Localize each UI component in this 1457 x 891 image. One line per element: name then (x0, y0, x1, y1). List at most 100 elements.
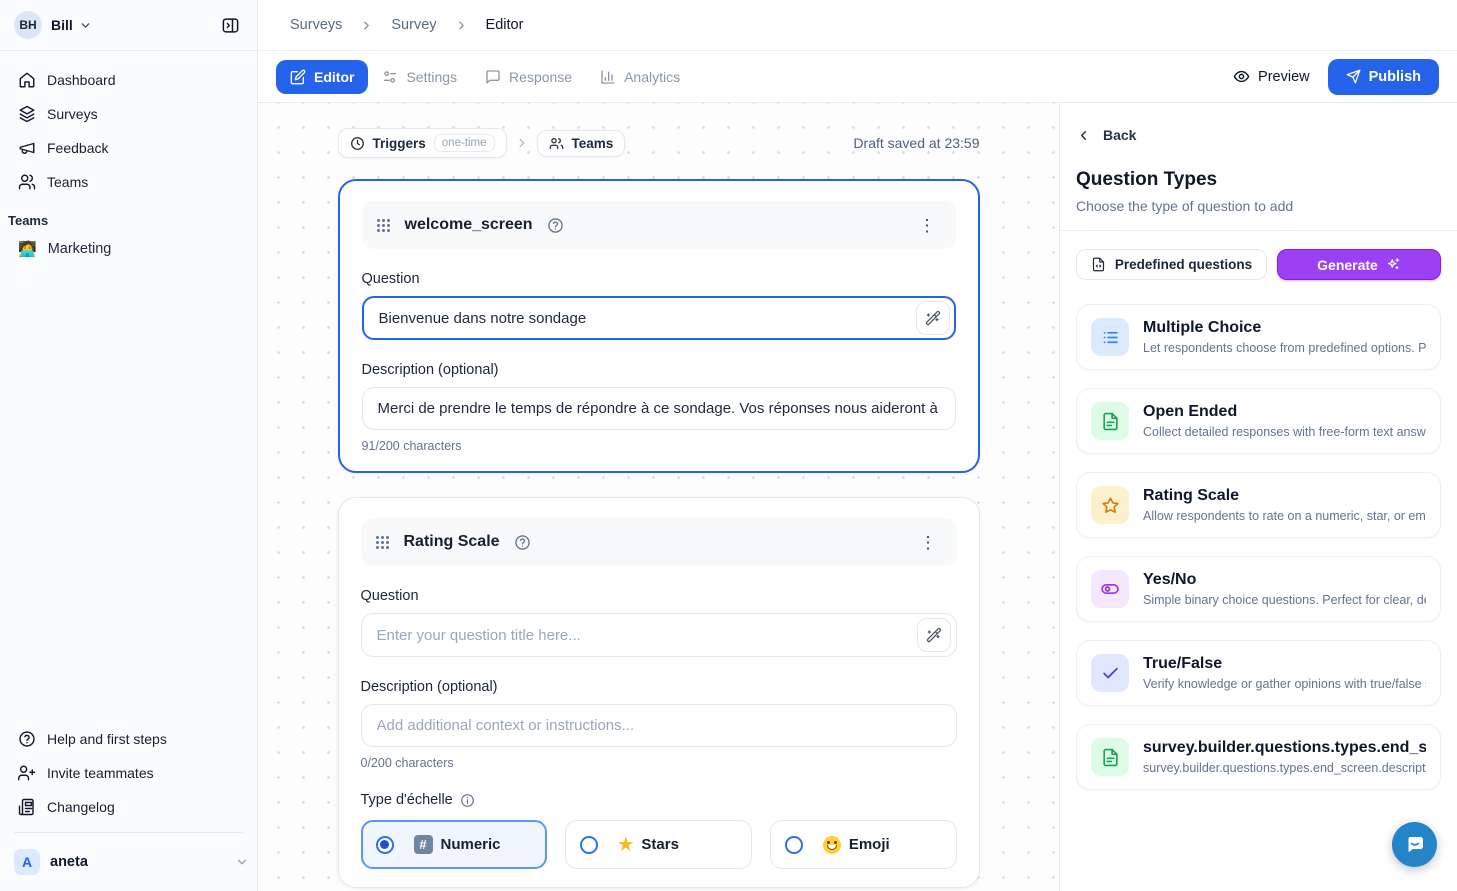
content-row: Triggers one-time Teams Draft sav (258, 103, 1457, 891)
editor-toolbar: Editor Settings Response Analytics (258, 51, 1457, 103)
sidebar-collapse-button[interactable] (215, 10, 245, 40)
question-field-label: Question (362, 271, 956, 287)
toolbar-actions: Preview Publish (1233, 59, 1439, 95)
team-label: Marketing (48, 241, 112, 257)
chevron-down-icon[interactable] (79, 19, 92, 32)
account-avatar: A (14, 849, 40, 875)
sidebar-nav: Dashboard Surveys Feedback Teams (0, 51, 257, 199)
type-description: Verify knowledge or gather opinions with… (1143, 677, 1426, 691)
radio-unchecked-icon (785, 836, 803, 854)
sidebar-item-surveys[interactable]: Surveys (10, 97, 247, 131)
triggers-node[interactable]: Triggers one-time (338, 128, 507, 158)
toggle-icon (1091, 570, 1129, 608)
tab-editor[interactable]: Editor (276, 60, 368, 94)
type-card-yes-no[interactable]: Yes/No Simple binary choice questions. P… (1076, 556, 1441, 622)
radio-unchecked-icon (580, 836, 598, 854)
panel-collapse-icon (221, 16, 240, 35)
chevron-down-icon (235, 855, 249, 869)
generate-button[interactable]: Generate (1277, 249, 1441, 280)
question-card-title: Rating Scale (404, 533, 500, 551)
help-circle-icon[interactable] (514, 534, 531, 551)
type-description: Allow respondents to rate on a numeric, … (1143, 509, 1426, 523)
drag-handle-icon[interactable] (375, 535, 390, 550)
account-name: aneta (50, 854, 88, 870)
sidebar-item-teams[interactable]: Teams (10, 165, 247, 199)
question-title-input[interactable] (362, 296, 956, 340)
tab-label: Settings (406, 69, 457, 85)
teams-node[interactable]: Teams (537, 130, 626, 157)
sidebar-item-changelog[interactable]: Changelog (10, 790, 247, 824)
sidebar-footer: Help and first steps Invite teammates Ch… (0, 716, 257, 841)
question-card-title: welcome_screen (405, 216, 533, 234)
breadcrumb: Surveys Survey Editor (258, 0, 1457, 51)
type-card-true-false[interactable]: True/False Verify knowledge or gather op… (1076, 640, 1441, 706)
breadcrumb-surveys[interactable]: Surveys (290, 17, 342, 33)
type-title: Open Ended (1143, 403, 1426, 421)
sidebar-item-label: Teams (47, 174, 88, 190)
tab-settings[interactable]: Settings (368, 60, 471, 94)
sidebar-item-label: Feedback (47, 140, 108, 156)
scale-option-stars[interactable]: ★ Stars (565, 820, 752, 869)
scale-option-numeric[interactable]: # Numeric (361, 820, 548, 869)
chevron-right-icon (360, 19, 373, 32)
back-button[interactable]: Back (1076, 123, 1136, 147)
publish-button[interactable]: Publish (1328, 59, 1439, 95)
builder-canvas: Triggers one-time Teams Draft sav (258, 103, 1059, 891)
type-title: Yes/No (1143, 571, 1426, 589)
preview-label: Preview (1258, 69, 1310, 85)
keycap-number-icon: # (414, 835, 433, 854)
help-circle-icon[interactable] (547, 217, 564, 234)
triggers-label: Triggers (373, 136, 426, 151)
description-field-label: Description (optional) (361, 679, 957, 695)
sidebar-item-invite[interactable]: Invite teammates (10, 756, 247, 790)
type-title: Rating Scale (1143, 487, 1426, 505)
tab-label: Editor (314, 69, 354, 85)
panel-subtitle: Choose the type of question to add (1076, 198, 1441, 214)
card-menu-button[interactable]: ⋮ (914, 530, 943, 555)
type-card-rating-scale[interactable]: Rating Scale Allow respondents to rate o… (1076, 472, 1441, 538)
sidebar-item-feedback[interactable]: Feedback (10, 131, 247, 165)
scale-option-emoji[interactable]: Emoji (770, 820, 957, 869)
description-input[interactable] (362, 387, 956, 430)
clock-icon (350, 136, 365, 151)
sidebar-item-help[interactable]: Help and first steps (10, 722, 247, 756)
file-text-icon (1091, 738, 1129, 776)
predefined-questions-button[interactable]: Predefined questions (1076, 249, 1267, 280)
card-menu-button[interactable]: ⋮ (913, 213, 942, 238)
question-title-input[interactable] (361, 613, 957, 657)
breadcrumb-editor: Editor (486, 17, 524, 33)
sidebar-item-dashboard[interactable]: Dashboard (10, 63, 247, 97)
technologist-emoji-icon: 🧑‍💻 (18, 242, 37, 257)
account-menu[interactable]: A aneta (0, 841, 257, 891)
ai-rewrite-button[interactable] (916, 301, 950, 335)
scale-option-label: Numeric (441, 836, 501, 853)
ai-rewrite-button[interactable] (917, 618, 951, 652)
sidebar-item-label: Invite teammates (47, 765, 154, 781)
type-card-open-ended[interactable]: Open Ended Collect detailed responses wi… (1076, 388, 1441, 454)
type-title: Multiple Choice (1143, 319, 1426, 337)
tab-analytics[interactable]: Analytics (586, 60, 694, 94)
info-icon[interactable] (460, 793, 475, 808)
question-card-rating-scale: Rating Scale ⋮ Question (338, 497, 980, 888)
bar-chart-icon (600, 69, 616, 85)
radio-checked-icon (376, 836, 394, 854)
sidebar-team-marketing[interactable]: 🧑‍💻 Marketing (10, 234, 247, 264)
magic-wand-icon (926, 627, 942, 643)
drag-handle-icon[interactable] (376, 218, 391, 233)
flow-nodes-row: Triggers one-time Teams Draft sav (338, 128, 980, 158)
sidebar-item-label: Surveys (47, 106, 98, 122)
chevron-right-icon (455, 19, 468, 32)
tab-response[interactable]: Response (471, 60, 586, 94)
tab-label: Response (509, 69, 572, 85)
workspace-name[interactable]: Bill (51, 17, 73, 33)
users-icon (549, 136, 564, 151)
file-text-icon (1091, 402, 1129, 440)
predefined-label: Predefined questions (1115, 257, 1252, 272)
preview-button[interactable]: Preview (1233, 68, 1310, 85)
type-card-multiple-choice[interactable]: Multiple Choice Let respondents choose f… (1076, 304, 1441, 370)
description-input[interactable] (361, 704, 957, 747)
breadcrumb-survey[interactable]: Survey (391, 17, 436, 33)
char-counter: 91/200 characters (362, 439, 956, 453)
type-card-end-screen[interactable]: survey.builder.questions.types.end_scr..… (1076, 724, 1441, 790)
megaphone-icon (18, 139, 36, 157)
